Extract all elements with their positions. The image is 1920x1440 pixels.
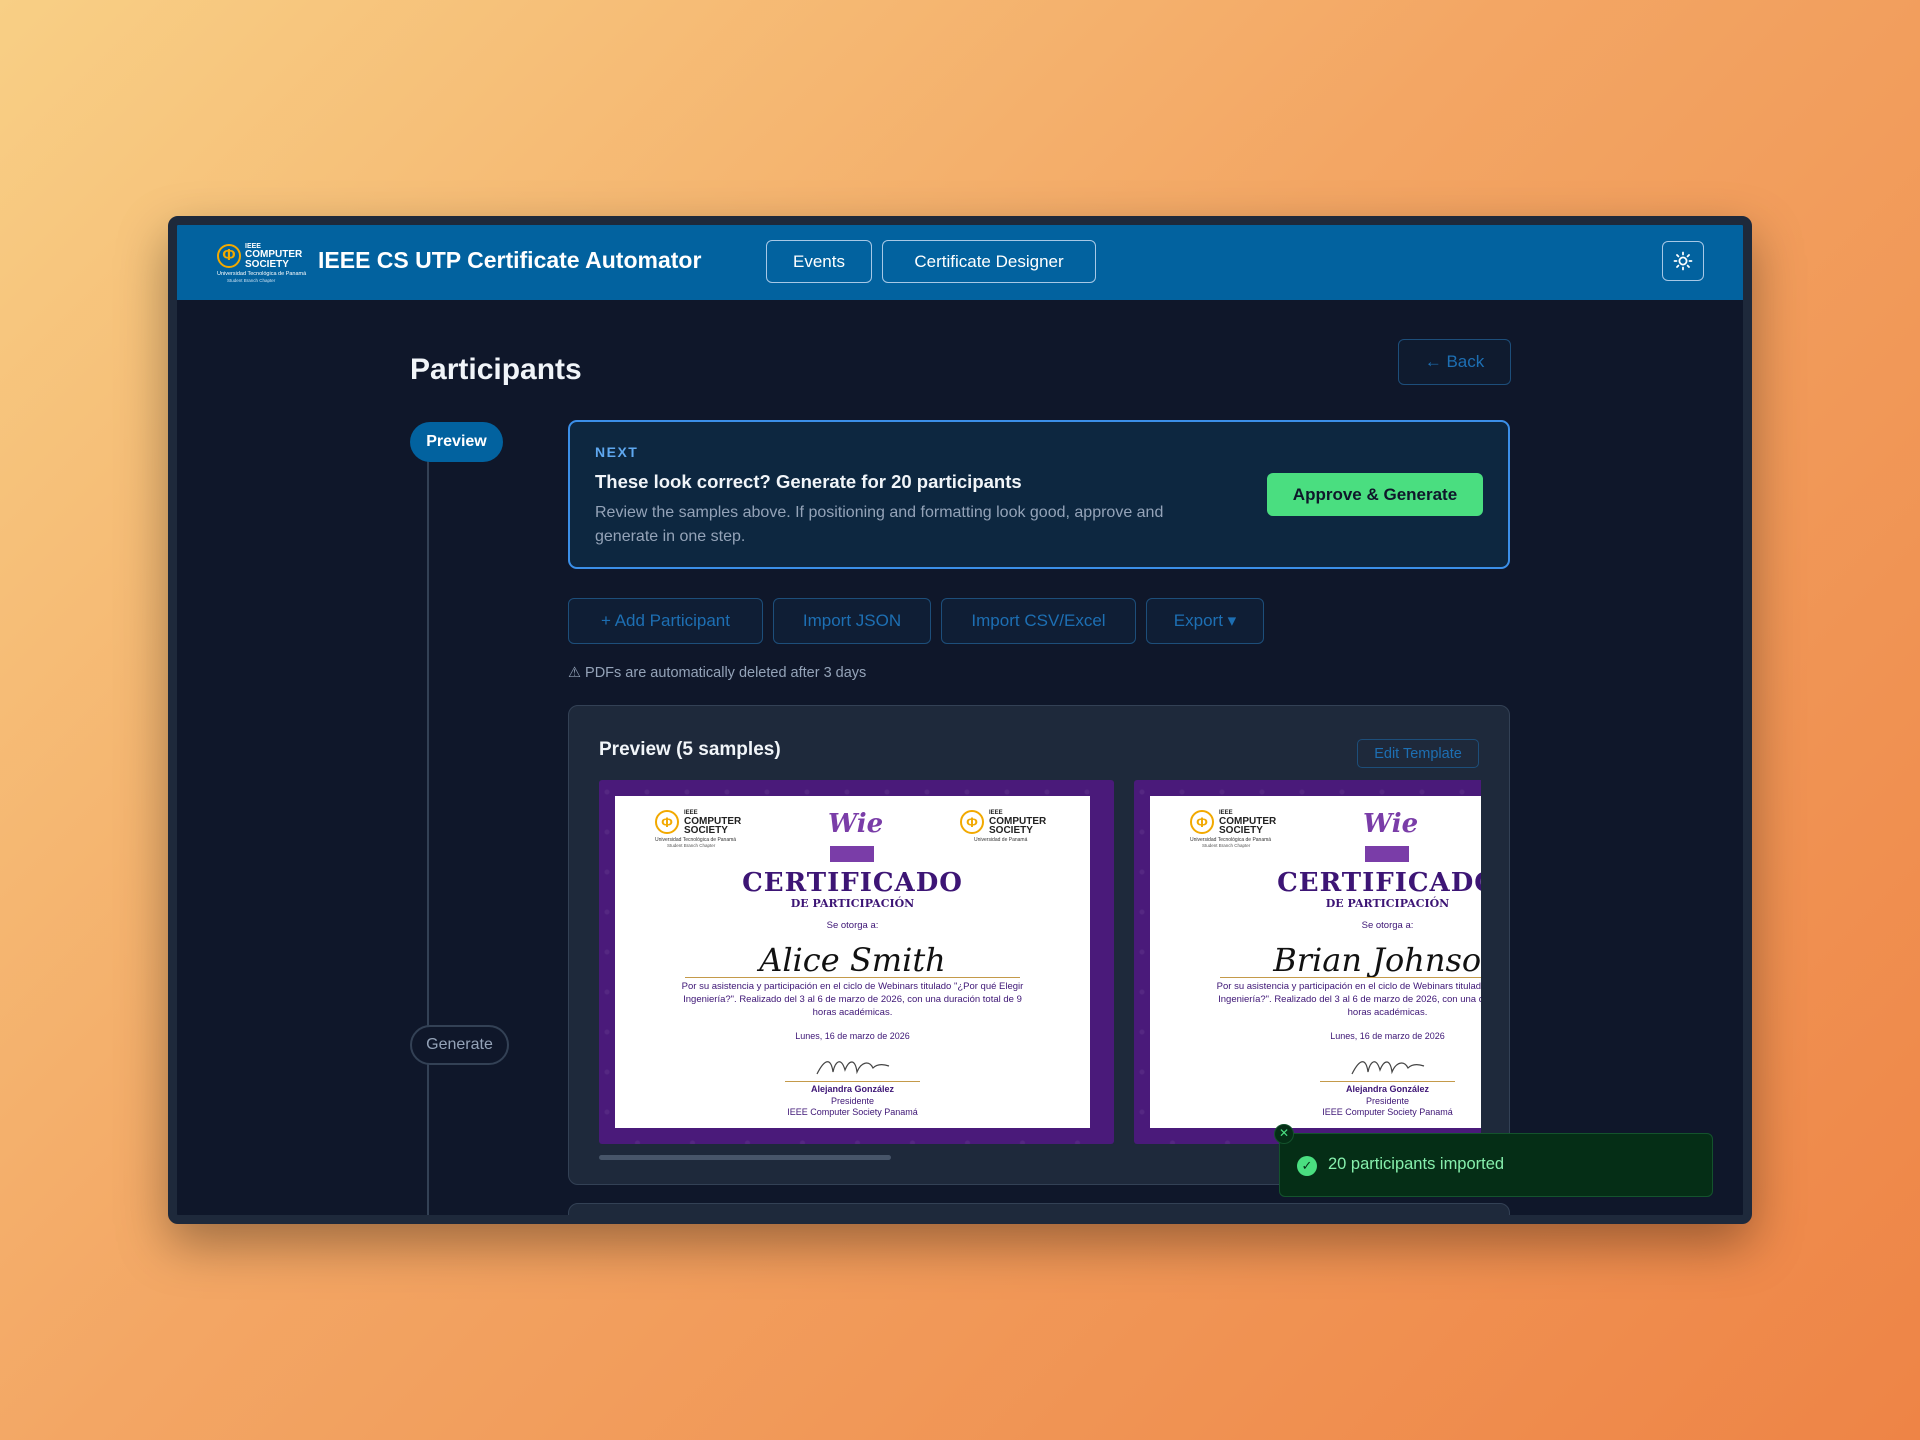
step-preview[interactable]: Preview: [410, 422, 503, 462]
certificate-description: Por su asistencia y participación en el …: [681, 981, 1024, 1018]
certificate-body: Φ IEEE COMPUTER SOCIETY Universidad Tecn…: [1150, 796, 1481, 1128]
signer-name: Alejandra González: [1345, 1084, 1430, 1094]
wie-text: Wie: [1363, 809, 1419, 839]
ieee-phi-icon: Φ: [1190, 810, 1214, 834]
next-description: Review the samples above. If positioning…: [595, 504, 1164, 545]
wie-logo: Wie: [1363, 804, 1419, 864]
pdf-retention-notice: ⚠ PDFs are automatically deleted after 3…: [568, 665, 867, 681]
certificate-subtitle: DE PARTICIPACIÓN: [1325, 897, 1450, 910]
preview-panel: Preview (5 samples) Edit Template Φ IEEE…: [568, 705, 1510, 1185]
next-step-card: NEXT These look correct? Generate for 20…: [568, 420, 1510, 569]
certificate-title: CERTIFICADO: [1277, 868, 1481, 898]
signer-organization: IEEE Computer Society Panamá: [787, 1107, 918, 1117]
page-title: Participants: [410, 353, 582, 386]
signer-role: Presidente: [830, 1096, 875, 1106]
ieee-phi-icon: Φ: [217, 244, 241, 268]
approve-generate-button[interactable]: Approve & Generate: [1267, 473, 1483, 516]
certificate-logo-right: Φ IEEE COMPUTER SOCIETY Universidad de P…: [960, 810, 1050, 850]
app-window: Φ IEEE COMPUTER SOCIETY Universidad Tecn…: [168, 216, 1752, 1224]
step-generate[interactable]: Generate: [410, 1025, 509, 1065]
certificate-body: Φ IEEE COMPUTER SOCIETY Universidad Tecn…: [615, 796, 1090, 1128]
wie-bar: [830, 846, 874, 862]
certificate-carousel[interactable]: Φ IEEE COMPUTER SOCIETY Universidad Tecn…: [599, 780, 1481, 1144]
app-title: IEEE CS UTP Certificate Automator: [318, 247, 702, 273]
import-json-button[interactable]: Import JSON: [773, 598, 931, 644]
certificate-description: Por su asistencia y participación en el …: [1216, 981, 1481, 1018]
toast-notification: ✕ ✓ 20 participants imported: [1274, 1124, 1713, 1197]
certificate-title: CERTIFICADO: [742, 868, 963, 898]
timeline-line: [427, 445, 429, 1215]
export-dropdown-button[interactable]: Export ▾: [1146, 598, 1264, 644]
signature-scribble: [815, 1061, 889, 1075]
ieee-phi-icon: Φ: [960, 810, 984, 834]
certificate-logo-left: Φ IEEE COMPUTER SOCIETY Universidad Tecn…: [655, 810, 745, 850]
certificate-subtitle: DE PARTICIPACIÓN: [790, 897, 915, 910]
certificate-recipient-name: Brian Johnson: [1273, 941, 1481, 979]
close-icon[interactable]: ✕: [1274, 1124, 1294, 1144]
signature-line: [785, 1081, 920, 1082]
nav-certificate-designer-button[interactable]: Certificate Designer: [882, 240, 1096, 283]
nav-events-button[interactable]: Events: [766, 240, 872, 283]
sun-icon: [1673, 251, 1693, 271]
check-circle-icon: ✓: [1297, 1156, 1317, 1176]
certificate-sample: Φ IEEE COMPUTER SOCIETY Universidad Tecn…: [1134, 780, 1481, 1144]
certificate-recipient-name: Alice Smith: [759, 941, 946, 979]
preview-title: Preview (5 samples): [599, 739, 781, 760]
name-underline: [685, 977, 1020, 978]
certificate-logo-left: Φ IEEE COMPUTER SOCIETY Universidad Tecn…: [1190, 810, 1280, 850]
cert-logo-text: COMPUTER SOCIETY: [1219, 816, 1277, 836]
certificate-sample: Φ IEEE COMPUTER SOCIETY Universidad Tecn…: [599, 780, 1114, 1144]
edit-template-button[interactable]: Edit Template: [1357, 739, 1479, 768]
signer-role: Presidente: [1365, 1096, 1410, 1106]
signer-organization: IEEE Computer Society Panamá: [1322, 1107, 1453, 1117]
cert-logo-text: COMPUTER SOCIETY: [684, 816, 742, 836]
next-title: These look correct? Generate for 20 part…: [595, 471, 1022, 492]
import-csv-excel-button[interactable]: Import CSV/Excel: [941, 598, 1136, 644]
logo-line-2: COMPUTER SOCIETY: [245, 249, 303, 270]
wie-bar: [1365, 846, 1409, 862]
carousel-scrollbar[interactable]: [599, 1155, 891, 1160]
cert-logo-text: Universidad de Panamá: [974, 837, 1028, 843]
signature-line: [1320, 1081, 1455, 1082]
add-participant-button[interactable]: + Add Participant: [568, 598, 763, 644]
certificate-granted: Se otorga a:: [1361, 920, 1414, 931]
logo-line-4: Student Branch Chapter: [227, 278, 276, 283]
wie-text: Wie: [828, 809, 884, 839]
wie-logo: Wie: [828, 804, 884, 864]
cert-logo-text: Student Branch Chapter: [1202, 843, 1251, 848]
name-underline: [1220, 977, 1481, 978]
certificate-granted: Se otorga a:: [826, 920, 879, 931]
participants-table-panel: [568, 1203, 1510, 1215]
cert-logo-text: Student Branch Chapter: [667, 843, 716, 848]
ieee-cs-logo: Φ IEEE COMPUTER SOCIETY Universidad Tecn…: [217, 241, 306, 283]
back-button[interactable]: ← Back: [1398, 339, 1511, 385]
next-kicker: NEXT: [595, 444, 639, 460]
signature-scribble: [1350, 1061, 1424, 1075]
certificate-date: Lunes, 16 de marzo de 2026: [795, 1031, 910, 1041]
toast-message: 20 participants imported: [1328, 1155, 1505, 1173]
certificate-date: Lunes, 16 de marzo de 2026: [1330, 1031, 1445, 1041]
signer-name: Alejandra González: [810, 1084, 895, 1094]
logo-line-3: Universidad Tecnológica de Panamá: [217, 271, 307, 277]
cert-logo-text: COMPUTER SOCIETY: [989, 816, 1047, 836]
top-navbar: Φ IEEE COMPUTER SOCIETY Universidad Tecn…: [177, 225, 1743, 300]
ieee-phi-icon: Φ: [655, 810, 679, 834]
theme-toggle-button[interactable]: [1662, 241, 1704, 281]
